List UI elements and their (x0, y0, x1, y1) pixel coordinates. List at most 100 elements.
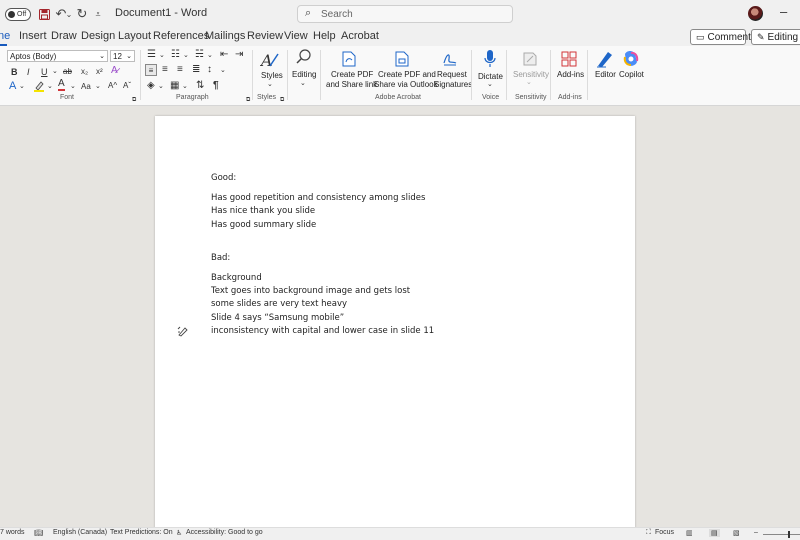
shrink-font-button[interactable]: Aˇ (123, 80, 131, 92)
share-outlook-icon[interactable] (395, 51, 409, 71)
highlight-dropdown-icon[interactable]: ⌄ (47, 81, 53, 93)
tab-mailings[interactable]: Mailings (205, 30, 245, 42)
share-outlook-label-1[interactable]: Create PDF and (378, 70, 436, 80)
line-spacing-dropdown-icon[interactable]: ⌄ (220, 65, 226, 77)
word-count[interactable]: 7 words (0, 529, 25, 536)
create-pdf-label-1[interactable]: Create PDF (331, 70, 373, 80)
underline-dropdown-icon[interactable]: ⌄ (52, 66, 58, 78)
font-name-select[interactable]: Aptos (Body) ⌄ (7, 50, 108, 62)
save-icon[interactable] (38, 6, 50, 22)
numbering-icon[interactable]: ☷ (171, 49, 180, 61)
doc-paragraph[interactable]: Has nice thank you slide (211, 206, 315, 216)
create-pdf-label-2[interactable]: and Share link (326, 80, 377, 90)
rewrite-suggestion-icon[interactable] (177, 325, 189, 340)
proofing-icon[interactable]: 📖︎ (34, 529, 43, 537)
text-effects-dropdown-icon[interactable]: ⌄ (19, 81, 25, 93)
paragraph-dialog-launcher-icon[interactable]: ⧉ (246, 94, 250, 106)
styles-dropdown-icon[interactable]: ⌄ (267, 79, 273, 91)
dictate-dropdown-icon[interactable]: ⌄ (487, 79, 493, 91)
font-color-dropdown-icon[interactable]: ⌄ (70, 81, 76, 93)
comments-button[interactable]: ▭ Comments (690, 29, 756, 45)
doc-paragraph[interactable]: Background (211, 273, 262, 283)
document-page[interactable]: Good: Has good repetition and consistenc… (155, 116, 635, 536)
doc-paragraph[interactable]: Bad: (211, 253, 230, 263)
editing-dropdown-icon[interactable]: ⌄ (300, 78, 306, 90)
doc-paragraph[interactable]: Has good summary slide (211, 220, 316, 230)
tab-help[interactable]: Help (313, 30, 336, 42)
strikethrough-button[interactable]: ab (63, 66, 72, 78)
numbering-dropdown-icon[interactable]: ⌄ (183, 50, 189, 62)
add-ins-button-label[interactable]: Add-ins (557, 70, 584, 80)
tab-references[interactable]: References (153, 30, 209, 42)
doc-paragraph[interactable]: Text goes into background image and gets… (211, 286, 410, 296)
tab-review[interactable]: Review (247, 30, 283, 42)
font-color-icon[interactable]: A (58, 79, 65, 91)
customize-toolbar-icon[interactable]: ⩡ (94, 6, 102, 22)
highlight-icon[interactable] (33, 80, 45, 96)
multilevel-dropdown-icon[interactable]: ⌄ (207, 50, 213, 62)
sort-icon[interactable]: ⇅ (196, 80, 204, 92)
focus-button[interactable]: Focus (655, 529, 674, 536)
font-dialog-launcher-icon[interactable]: ⧉ (132, 94, 136, 106)
doc-paragraph[interactable]: Slide 4 says “Samsung mobile” (211, 313, 344, 323)
increase-indent-icon[interactable]: ⇥ (235, 49, 243, 61)
avatar[interactable] (748, 6, 763, 21)
zoom-slider[interactable] (763, 534, 800, 535)
align-center-icon[interactable]: ≡ (162, 64, 168, 76)
doc-paragraph[interactable]: inconsistency with capital and lower cas… (211, 326, 434, 336)
create-pdf-icon[interactable] (342, 51, 356, 71)
doc-paragraph[interactable]: Has good repetition and consistency amon… (211, 193, 425, 203)
shading-icon[interactable]: ◈ (147, 80, 155, 92)
align-right-icon[interactable]: ≡ (177, 64, 183, 76)
editor-icon[interactable] (596, 50, 614, 72)
tab-layout[interactable]: Layout (118, 30, 151, 42)
zoom-slider-thumb[interactable] (788, 531, 790, 538)
bullets-icon[interactable]: ☰ (147, 49, 156, 61)
web-layout-icon[interactable]: ▧ (733, 529, 740, 537)
underline-button[interactable]: U (41, 66, 48, 78)
decrease-indent-icon[interactable]: ⇤ (220, 49, 228, 61)
shading-dropdown-icon[interactable]: ⌄ (158, 81, 164, 93)
copilot-button-label[interactable]: Copilot (619, 70, 644, 80)
multilevel-list-icon[interactable]: ☵ (195, 49, 204, 61)
align-left-icon[interactable]: ≡ (145, 64, 157, 76)
redo-icon[interactable]: ↻ (76, 6, 88, 22)
autosave-toggle[interactable]: Off (5, 8, 31, 21)
print-layout-icon[interactable]: ▤ (709, 529, 720, 537)
justify-icon[interactable]: ≣ (192, 64, 200, 76)
request-sig-label-2[interactable]: Signatures (434, 80, 472, 90)
add-ins-icon[interactable] (561, 51, 577, 71)
search-box[interactable]: ⌕ Search (297, 5, 513, 23)
bullets-dropdown-icon[interactable]: ⌄ (159, 50, 165, 62)
request-sig-label-1[interactable]: Request (437, 70, 467, 80)
read-mode-icon[interactable]: ▥ (686, 529, 693, 537)
accessibility-status[interactable]: Accessibility: Good to go (186, 529, 263, 536)
text-effects-icon[interactable]: A (9, 80, 16, 92)
microphone-icon[interactable] (483, 49, 497, 73)
borders-dropdown-icon[interactable]: ⌄ (182, 81, 188, 93)
tab-insert[interactable]: Insert (19, 30, 47, 42)
tab-design[interactable]: Design (81, 30, 115, 42)
copilot-icon[interactable] (622, 50, 640, 72)
show-formatting-marks-icon[interactable]: ¶ (213, 80, 219, 92)
italic-button[interactable]: I (27, 66, 30, 78)
change-case-button[interactable]: Aa (81, 81, 91, 93)
tab-acrobat[interactable]: Acrobat (341, 30, 379, 42)
font-size-select[interactable]: 12 ⌄ (110, 50, 135, 62)
undo-dropdown-icon[interactable]: ⌄ (66, 6, 73, 22)
styles-dialog-launcher-icon[interactable]: ⧉ (280, 94, 284, 106)
superscript-button[interactable]: x² (96, 66, 103, 78)
tab-view[interactable]: View (284, 30, 308, 42)
line-spacing-icon[interactable]: ↕ (207, 64, 212, 76)
share-outlook-label-2[interactable]: Share via Outlook (374, 80, 438, 90)
subscript-button[interactable]: x₂ (81, 66, 88, 78)
clear-formatting-icon[interactable]: A̷ (111, 65, 118, 77)
request-signatures-icon[interactable] (442, 51, 458, 71)
editor-button-label[interactable]: Editor (595, 70, 616, 80)
doc-paragraph[interactable]: some slides are very text heavy (211, 299, 347, 309)
tab-home[interactable]: ne (0, 30, 10, 42)
editing-search-icon[interactable] (295, 48, 313, 70)
minimize-icon[interactable]: – (780, 4, 787, 19)
change-case-dropdown-icon[interactable]: ⌄ (95, 81, 101, 93)
borders-icon[interactable]: ▦ (170, 80, 179, 92)
